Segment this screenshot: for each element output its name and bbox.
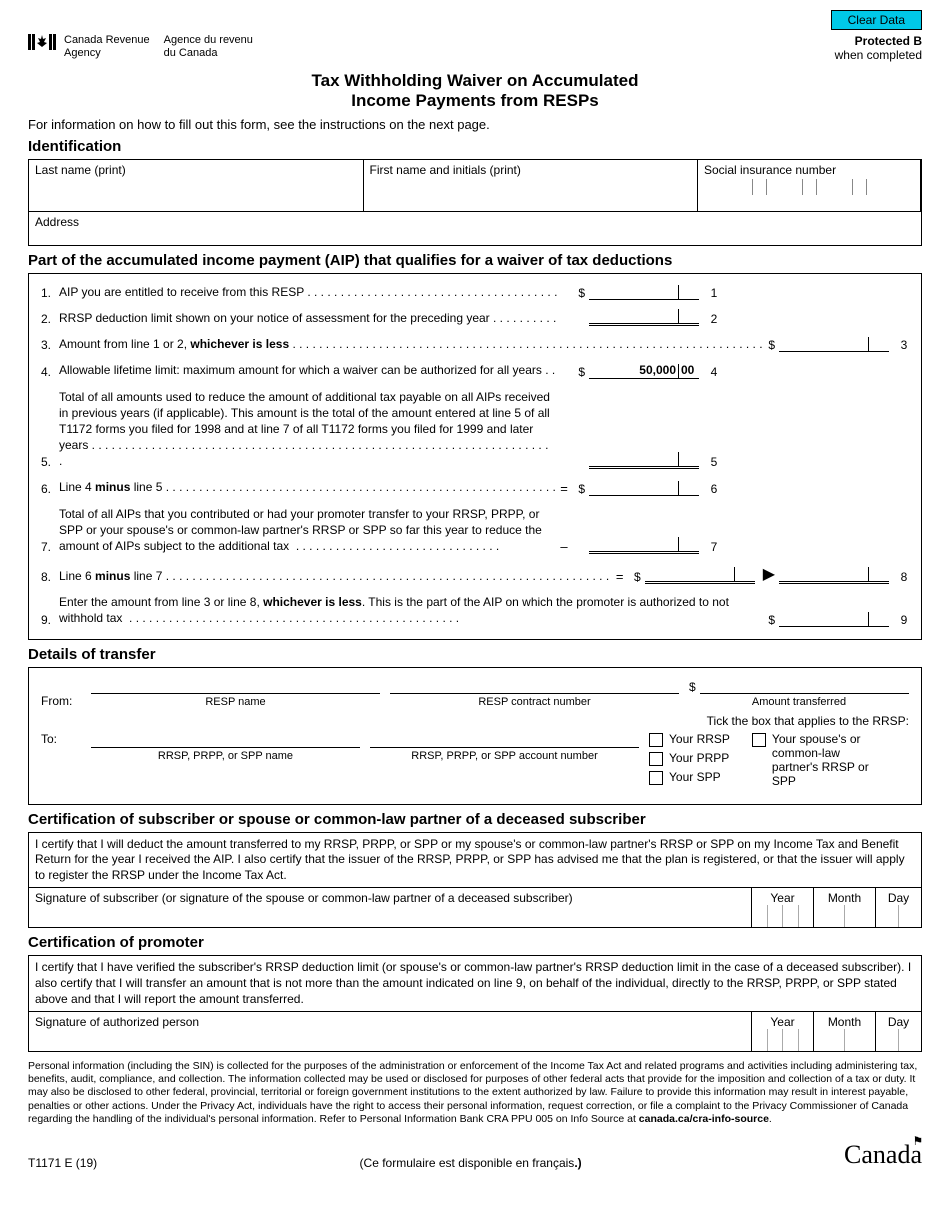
line-5-amount[interactable] bbox=[589, 453, 699, 469]
line-7-amount[interactable] bbox=[589, 538, 699, 554]
line-3-amount[interactable] bbox=[779, 336, 889, 352]
address-field[interactable]: Address bbox=[29, 211, 921, 245]
rrsp-name-input[interactable] bbox=[91, 732, 360, 748]
line-4-amount: 50,00000 bbox=[589, 363, 699, 379]
line-2-amount[interactable] bbox=[589, 310, 699, 326]
line-7-text: Total of all AIPs that you contributed o… bbox=[59, 506, 557, 555]
from-label: From: bbox=[41, 694, 81, 708]
sin-field[interactable]: Social insurance number bbox=[698, 160, 921, 211]
your-spp-checkbox[interactable] bbox=[649, 771, 663, 785]
section-cert-subscriber: Certification of subscriber or spouse or… bbox=[28, 811, 922, 828]
to-label: To: bbox=[41, 732, 81, 746]
line-2-text: RRSP deduction limit shown on your notic… bbox=[59, 310, 557, 326]
agency-fr-line2: du Canada bbox=[164, 47, 253, 60]
line-6-amount[interactable] bbox=[589, 480, 699, 496]
agency-en-line1: Canada Revenue bbox=[64, 34, 150, 47]
section-transfer: Details of transfer bbox=[28, 646, 922, 663]
prom-month-input[interactable] bbox=[814, 1029, 875, 1051]
canada-wordmark-icon: Canada⚑ bbox=[844, 1140, 922, 1170]
your-rrsp-checkbox[interactable] bbox=[649, 733, 663, 747]
line-9-text: Enter the amount from line 3 or line 8, … bbox=[59, 594, 765, 626]
canada-flag-icon bbox=[28, 34, 56, 50]
line-4-text: Allowable lifetime limit: maximum amount… bbox=[59, 362, 557, 378]
resp-name-input[interactable] bbox=[91, 678, 380, 694]
line-8-amount[interactable] bbox=[645, 568, 755, 584]
line-6-text: Line 4 minus line 5 bbox=[59, 479, 557, 495]
sub-year-input[interactable] bbox=[752, 905, 813, 927]
form-code: T1171 E (19) bbox=[28, 1156, 97, 1170]
prom-day-input[interactable] bbox=[876, 1029, 921, 1051]
cert-subscriber-text: I certify that I will deduct the amount … bbox=[29, 833, 921, 888]
sub-month-input[interactable] bbox=[814, 905, 875, 927]
your-prpp-checkbox[interactable] bbox=[649, 752, 663, 766]
clear-data-button[interactable]: Clear Data bbox=[831, 10, 922, 30]
first-name-field[interactable]: First name and initials (print) bbox=[364, 160, 699, 211]
resp-contract-input[interactable] bbox=[390, 678, 679, 694]
prom-year-input[interactable] bbox=[752, 1029, 813, 1051]
rrsp-account-input[interactable] bbox=[370, 732, 639, 748]
agency-fr-line1: Agence du revenu bbox=[164, 34, 253, 47]
last-name-field[interactable]: Last name (print) bbox=[29, 160, 364, 211]
footer-french-note: (Ce formulaire est disponible en françai… bbox=[360, 1156, 582, 1170]
cert-promoter-text: I certify that I have verified the subsc… bbox=[29, 956, 921, 1011]
line-8-amount-right[interactable] bbox=[779, 568, 889, 584]
amount-transferred-input[interactable] bbox=[700, 678, 909, 694]
line-9-amount[interactable] bbox=[779, 611, 889, 627]
section-cert-promoter: Certification of promoter bbox=[28, 934, 922, 951]
privacy-notice: Personal information (including the SIN)… bbox=[28, 1060, 922, 1126]
line-8-text: Line 6 minus line 7 bbox=[59, 568, 613, 584]
form-title: Tax Withholding Waiver on AccumulatedInc… bbox=[28, 71, 922, 111]
line-5-text: Total of all amounts used to reduce the … bbox=[59, 389, 557, 470]
line-1-text: AIP you are entitled to receive from thi… bbox=[59, 284, 557, 300]
promoter-signature-field[interactable]: Signature of authorized person bbox=[29, 1012, 751, 1051]
protected-label: Protected B when completed bbox=[835, 34, 922, 63]
agency-en-line2: Agency bbox=[64, 47, 150, 60]
spouse-rrsp-checkbox[interactable] bbox=[752, 733, 766, 747]
subscriber-signature-field[interactable]: Signature of subscriber (or signature of… bbox=[29, 888, 751, 927]
arrow-icon: ▶ bbox=[759, 564, 779, 584]
line-3-text: Amount from line 1 or 2, whichever is le… bbox=[59, 336, 765, 352]
intro-text: For information on how to fill out this … bbox=[28, 117, 922, 132]
section-aip: Part of the accumulated income payment (… bbox=[28, 252, 922, 269]
agency-header: Canada Revenue Agency Agence du revenu d… bbox=[28, 34, 253, 60]
tick-instruction: Tick the box that applies to the RRSP: bbox=[41, 714, 909, 728]
section-identification: Identification bbox=[28, 138, 922, 155]
line-1-amount[interactable] bbox=[589, 284, 699, 300]
sub-day-input[interactable] bbox=[876, 905, 921, 927]
